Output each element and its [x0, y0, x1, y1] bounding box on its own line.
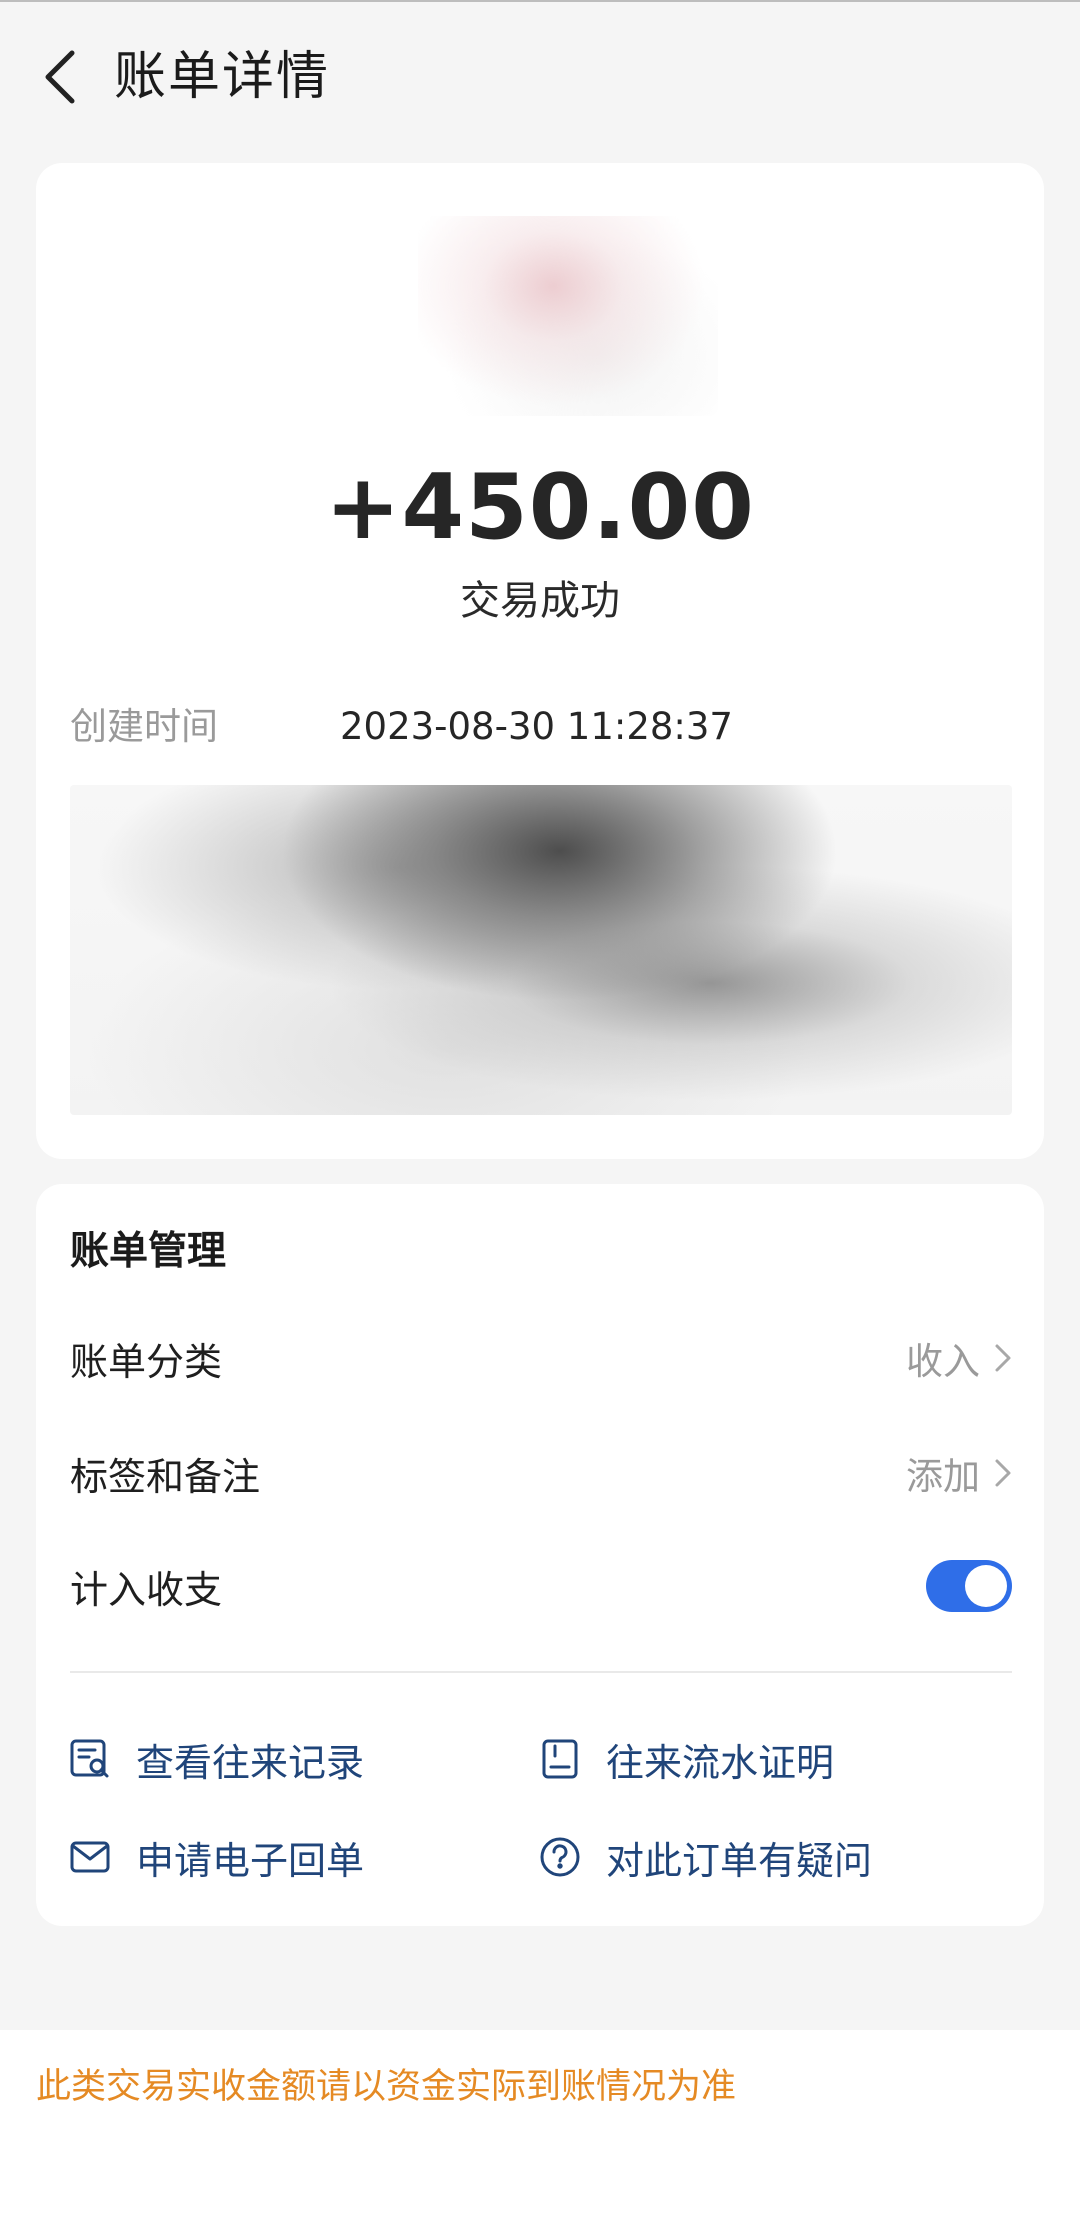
bill-category-row[interactable]: 账单分类 收入 — [70, 1318, 1012, 1398]
e-receipt-button[interactable]: 申请电子回单 — [66, 1822, 364, 1892]
mail-icon — [66, 1833, 114, 1881]
bottom-notice-bar: 此类交易实收金额请以资金实际到账情况为准 — [0, 2030, 1080, 2234]
chevron-right-icon — [995, 1459, 1011, 1487]
bill-category-value: 收入 — [906, 1340, 980, 1383]
page-title: 账单详情 — [114, 47, 331, 107]
chevron-right-icon — [995, 1344, 1011, 1372]
section-title: 账单管理 — [70, 1229, 227, 1274]
bill-category-label: 账单分类 — [70, 1339, 223, 1384]
transaction-summary-card: +450.00 交易成功 创建时间 2023-08-30 11:28:37 — [36, 163, 1044, 1159]
statement-proof-button[interactable]: 往来流水证明 — [536, 1724, 834, 1794]
order-question-button[interactable]: 对此订单有疑问 — [536, 1822, 872, 1892]
include-in-budget-toggle[interactable] — [926, 1560, 1012, 1612]
include-in-budget-row: 计入收支 — [70, 1546, 1012, 1626]
transaction-amount: +450.00 — [325, 455, 755, 560]
statement-doc-icon — [536, 1735, 584, 1783]
statement-proof-label: 往来流水证明 — [606, 1740, 835, 1785]
view-records-button[interactable]: 查看往来记录 — [66, 1724, 364, 1794]
merchant-avatar-blurred — [418, 216, 718, 416]
toggle-knob — [965, 1565, 1007, 1607]
view-records-label: 查看往来记录 — [136, 1740, 365, 1785]
created-time-label: 创建时间 — [70, 705, 218, 748]
back-button[interactable] — [30, 42, 90, 112]
tags-notes-value: 添加 — [906, 1455, 980, 1498]
bill-management-card: 账单管理 账单分类 收入 标签和备注 添加 计入收支 查看往来记录 往来流水证明… — [36, 1184, 1044, 1926]
top-bar: 账单详情 — [0, 0, 1080, 150]
transaction-status: 交易成功 — [460, 578, 620, 624]
created-time-value: 2023-08-30 11:28:37 — [340, 705, 733, 748]
divider — [70, 1671, 1012, 1673]
tags-notes-row[interactable]: 标签和备注 添加 — [70, 1433, 1012, 1513]
records-search-icon — [66, 1735, 114, 1783]
settlement-notice: 此类交易实收金额请以资金实际到账情况为准 — [36, 2067, 737, 2107]
include-in-budget-label: 计入收支 — [70, 1567, 223, 1612]
tags-notes-label: 标签和备注 — [70, 1454, 261, 1499]
tags-notes-value-group: 添加 — [906, 1446, 1012, 1500]
chevron-left-icon — [45, 50, 75, 104]
e-receipt-label: 申请电子回单 — [136, 1838, 365, 1883]
redacted-details-area — [70, 785, 1012, 1115]
bill-category-value-group: 收入 — [906, 1331, 1012, 1385]
order-question-label: 对此订单有疑问 — [606, 1838, 873, 1883]
question-circle-icon — [536, 1833, 584, 1881]
